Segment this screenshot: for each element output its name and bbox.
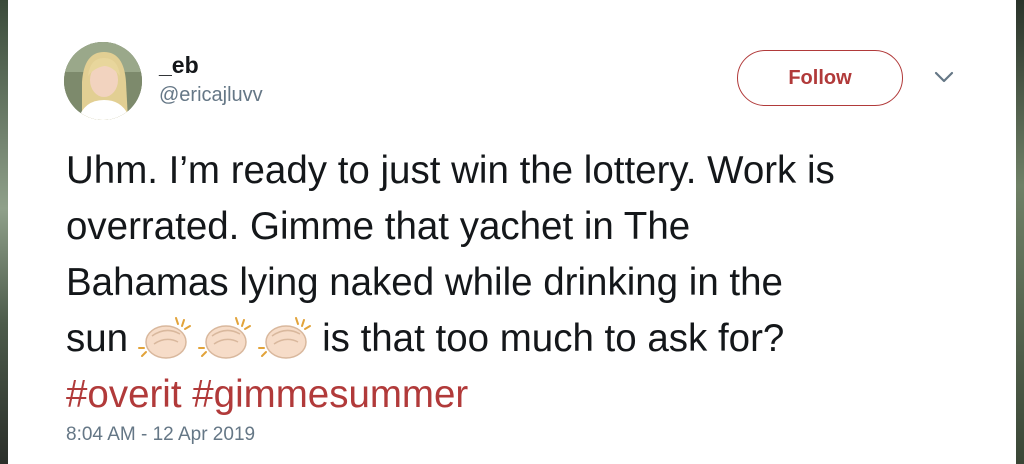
background-photo-left: [0, 0, 8, 464]
hashtag-link[interactable]: #gimmesummer: [192, 373, 468, 416]
hashtag-line: #overit #gimmesummer: [66, 367, 996, 423]
tweet-text-line: overrated. Gimme that yachet in The: [66, 205, 691, 248]
tweet-text-line: Uhm. I’m ready to just win the lottery. …: [66, 149, 835, 192]
tweet-text-fragment: sun: [66, 317, 129, 360]
background-photo-right: [1016, 0, 1024, 464]
clapping-hands-icon: [138, 316, 312, 359]
tweet-text-line: sun is that too much to ask for?: [66, 311, 996, 367]
author-display-name[interactable]: _eb: [159, 52, 199, 79]
tweet-text-line: Bahamas lying naked while drinking in th…: [66, 261, 783, 304]
author-handle[interactable]: @ericajluvv: [159, 84, 263, 107]
avatar-photo-icon: [64, 42, 142, 120]
tweet-text: Uhm. I’m ready to just win the lottery. …: [66, 143, 996, 423]
hashtag-link[interactable]: #overit: [66, 373, 182, 416]
tweet-text-fragment: is that too much to ask for?: [322, 317, 785, 360]
chevron-down-icon[interactable]: [933, 70, 955, 84]
avatar[interactable]: [64, 42, 142, 120]
tweet-timestamp[interactable]: 8:04 AM - 12 Apr 2019: [66, 424, 255, 446]
follow-button[interactable]: Follow: [737, 50, 903, 106]
tweet-card: _eb @ericajluvv Follow Uhm. I’m ready to…: [8, 0, 1016, 464]
